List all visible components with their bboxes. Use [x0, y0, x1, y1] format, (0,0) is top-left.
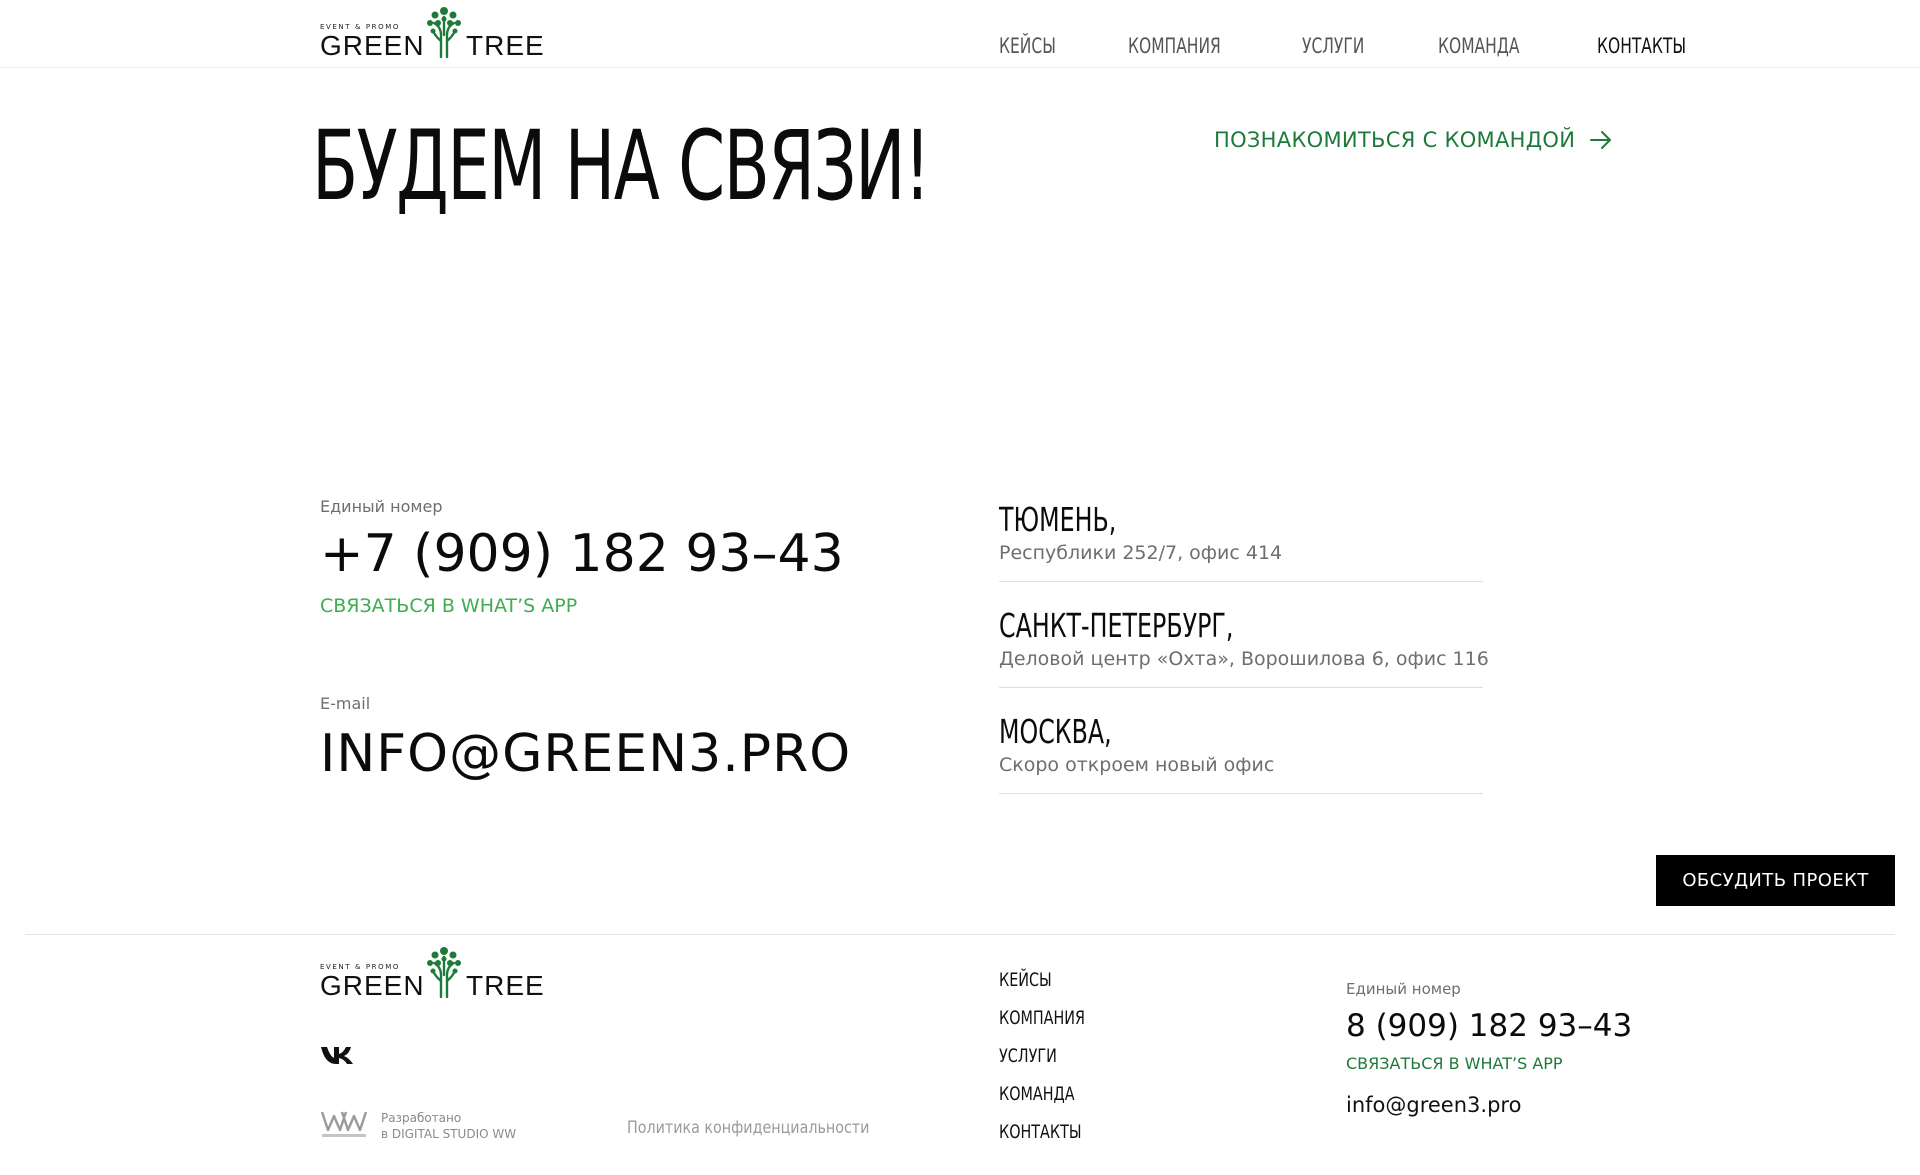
logo-word-tree: TREE [466, 970, 545, 1001]
nav-company[interactable]: КОМПАНИЯ [1128, 34, 1221, 58]
footer-nav-services[interactable]: УСЛУГИ [999, 1045, 1085, 1083]
meet-team-link[interactable]: ПОЗНАКОМИТЬСЯ С КОМАНДОЙ [1214, 128, 1613, 152]
footer-whatsapp-link[interactable]: СВЯЗАТЬСЯ В WHAT’S APP [1346, 1054, 1563, 1073]
office-address: Деловой центр «Охта», Ворошилова 6, офис… [999, 648, 1489, 670]
office-city: ТЮМЕНЬ, [999, 500, 1117, 539]
page-title: БУДЕМ НА СВЯЗИ! [312, 110, 931, 222]
office-address: Скоро откроем новый офис [999, 754, 1275, 776]
nav-contacts[interactable]: КОНТАКТЫ [1597, 34, 1686, 58]
tree-icon [427, 7, 461, 59]
main-nav: КЕЙСЫ КОМПАНИЯ УСЛУГИ КОМАНДА КОНТАКТЫ [999, 34, 1766, 58]
meet-team-label: ПОЗНАКОМИТЬСЯ С КОМАНДОЙ [1214, 128, 1576, 152]
developer-line-2: в DIGITAL STUDIO WW [381, 1127, 517, 1141]
footer-nav-cases[interactable]: КЕЙСЫ [999, 969, 1085, 1007]
logo-word-tree: TREE [466, 30, 545, 61]
contacts-page: EVENT & PROMO GREEN TREE КЕЙСЫ КОМПАНИЯ … [0, 0, 1920, 1175]
office-address: Республики 252/7, офис 414 [999, 542, 1283, 564]
phone-number[interactable]: +7 (909) 182 93–43 [320, 524, 844, 584]
site-header: EVENT & PROMO GREEN TREE КЕЙСЫ КОМПАНИЯ … [0, 0, 1920, 68]
office-moscow: МОСКВА, Скоро откроем новый офис [999, 712, 1483, 794]
tree-icon [427, 947, 461, 999]
logo-word-green: GREEN [320, 970, 425, 1001]
whatsapp-link[interactable]: СВЯЗАТЬСЯ В WHAT’S APP [320, 595, 577, 617]
office-spb: САНКТ-ПЕТЕРБУРГ, Деловой центр «Охта», В… [999, 606, 1489, 688]
footer-phone-label: Единый номер [1346, 980, 1461, 998]
footer-email[interactable]: info@green3.pro [1346, 1093, 1521, 1117]
office-city: САНКТ-ПЕТЕРБУРГ, [999, 606, 1234, 645]
nav-services[interactable]: УСЛУГИ [1302, 34, 1364, 58]
footer-nav-contacts[interactable]: КОНТАКТЫ [999, 1121, 1085, 1159]
office-city: МОСКВА, [999, 712, 1112, 751]
arrow-right-icon [1590, 131, 1612, 149]
nav-cases[interactable]: КЕЙСЫ [999, 34, 1056, 58]
email-address[interactable]: INFO@GREEN3.PRO [320, 724, 851, 784]
logo-word-green: GREEN [320, 30, 425, 61]
discuss-project-button[interactable]: ОБСУДИТЬ ПРОЕКТ [1656, 855, 1895, 906]
developer-credit: Разработано в DIGITAL STUDIO WW [381, 1110, 516, 1142]
footer-nav-team[interactable]: КОМАНДА [999, 1083, 1085, 1121]
footer-nav: КЕЙСЫ КОМПАНИЯ УСЛУГИ КОМАНДА КОНТАКТЫ [999, 969, 1101, 1159]
vk-icon [321, 1047, 353, 1064]
office-tyumen: ТЮМЕНЬ, Республики 252/7, офис 414 [999, 500, 1483, 582]
privacy-policy-link[interactable]: Политика конфиденциальности [627, 1118, 869, 1138]
footer-nav-company[interactable]: КОМПАНИЯ [999, 1007, 1085, 1045]
footer-divider [25, 934, 1895, 935]
email-label: E-mail [320, 694, 371, 713]
footer-logo[interactable]: EVENT & PROMO GREEN TREE [320, 943, 544, 1003]
header-logo[interactable]: EVENT & PROMO GREEN TREE [320, 3, 544, 63]
developer-line-1: Разработано [381, 1111, 462, 1125]
phone-label: Единый номер [320, 497, 443, 516]
ww-digital-studio-logo [320, 1111, 368, 1137]
footer-phone[interactable]: 8 (909) 182 93–43 [1346, 1008, 1632, 1044]
nav-team[interactable]: КОМАНДА [1438, 34, 1520, 58]
